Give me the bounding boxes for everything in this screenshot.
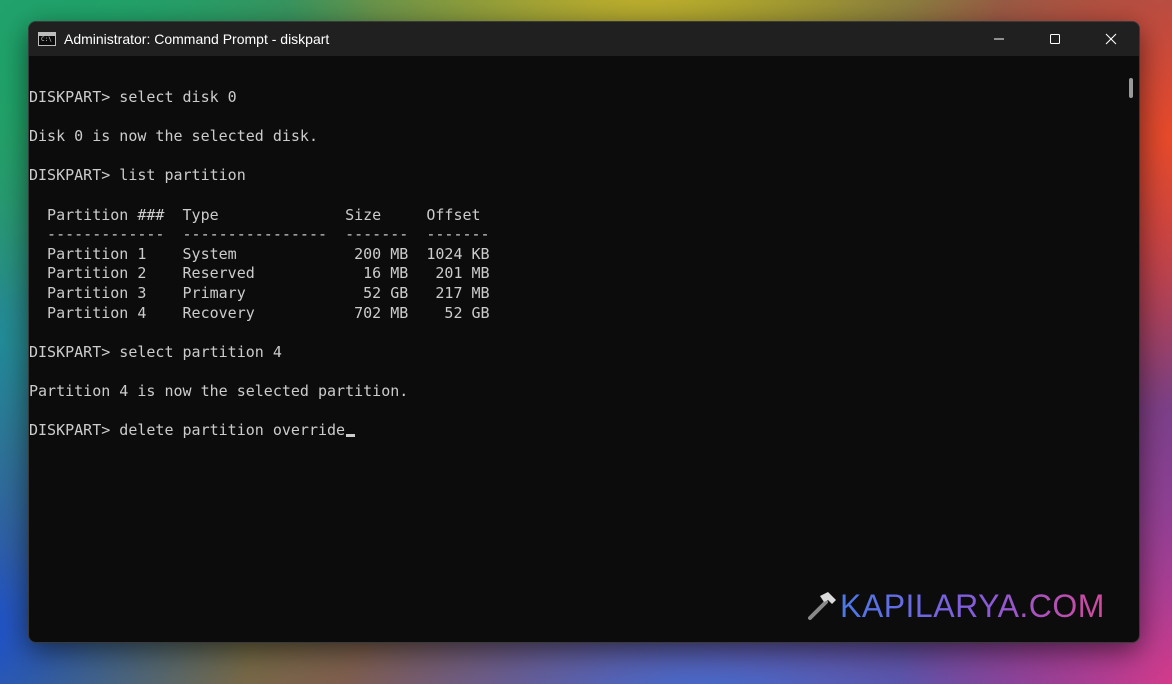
cmd-app-icon-text: C:\	[41, 36, 52, 43]
console-line: Partition 2 Reserved 16 MB 201 MB	[29, 264, 490, 283]
minimize-icon	[994, 38, 1004, 40]
watermark: KAPILARYA.COM	[806, 586, 1105, 626]
title-bar[interactable]: C:\ Administrator: Command Prompt - disk…	[29, 22, 1139, 56]
close-button[interactable]	[1083, 22, 1139, 56]
cmd-window: C:\ Administrator: Command Prompt - disk…	[28, 21, 1140, 643]
console-line: DISKPART> select disk 0	[29, 88, 237, 106]
maximize-icon	[1050, 34, 1060, 44]
console-line: Partition 3 Primary 52 GB 217 MB	[29, 284, 490, 302]
close-icon	[1105, 33, 1117, 45]
console-line: DISKPART> delete partition override	[29, 420, 356, 440]
console-line: DISKPART> list partition	[29, 166, 246, 185]
console-line: ------------- ---------------- ------- -…	[29, 225, 490, 244]
cmd-app-icon[interactable]: C:\	[38, 32, 56, 46]
watermark-text: KAPILARYA.COM	[840, 588, 1105, 624]
console-output[interactable]: DISKPART> select disk 0 Disk 0 is now the…	[29, 56, 1123, 642]
maximize-button[interactable]	[1027, 22, 1083, 56]
text-cursor	[346, 434, 356, 438]
console-line: Partition 4 is now the selected partitio…	[29, 382, 409, 400]
console-line: Partition ### Type Size Offset	[29, 205, 481, 224]
console-line: DISKPART> select partition 4	[29, 342, 282, 361]
vertical-scrollbar[interactable]	[1123, 56, 1139, 642]
console-line: Partition 4 Recovery 702 MB 52 GB	[29, 303, 490, 322]
window-title: Administrator: Command Prompt - diskpart	[64, 31, 330, 47]
console-line: Disk 0 is now the selected disk.	[29, 127, 318, 146]
minimize-button[interactable]	[971, 22, 1027, 56]
hammer-icon	[808, 592, 836, 620]
console-line: Partition 1 System 200 MB 1024 KB	[29, 244, 490, 263]
scrollbar-thumb[interactable]	[1129, 78, 1133, 98]
window-controls	[971, 22, 1139, 56]
